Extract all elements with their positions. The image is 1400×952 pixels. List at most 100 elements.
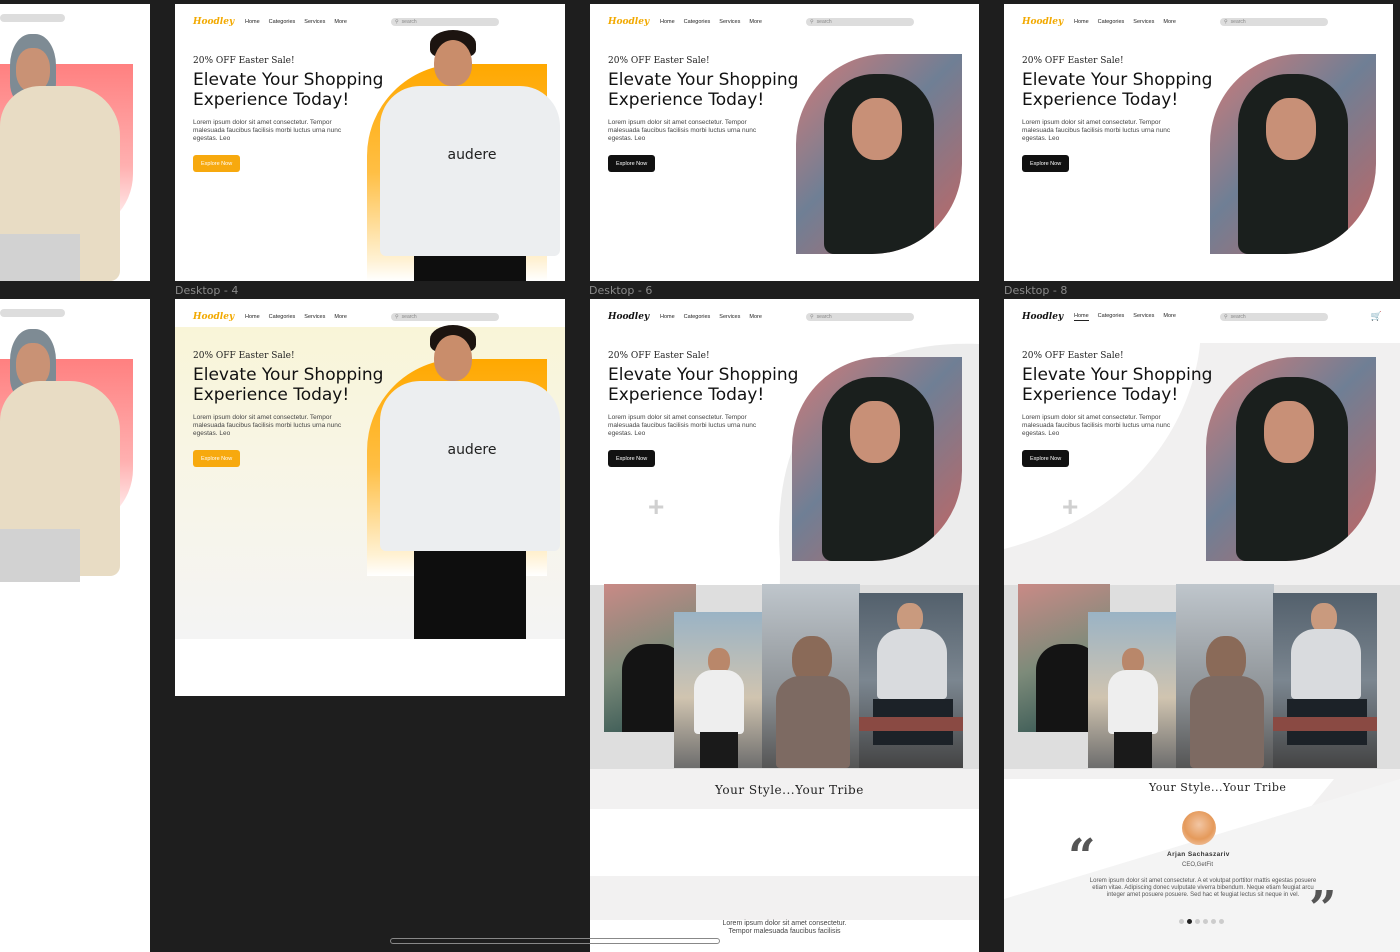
search-placeholder: search bbox=[816, 19, 832, 25]
nav-home[interactable]: Home bbox=[660, 314, 675, 320]
search-icon: ⚲ bbox=[810, 19, 814, 25]
nav-services[interactable]: Services bbox=[719, 314, 740, 320]
collage-photo-2 bbox=[1088, 612, 1176, 768]
nav-services[interactable]: Services bbox=[1133, 313, 1154, 321]
frame-label-desktop-4: Desktop - 4 bbox=[175, 284, 239, 297]
frame-label-desktop-6: Desktop - 6 bbox=[589, 284, 653, 297]
hero-body: Lorem ipsum dolor sit amet consectetur. … bbox=[1022, 414, 1171, 437]
hero-headline: Elevate Your Shopping Experience Today! bbox=[608, 70, 799, 110]
nav-categories[interactable]: Categories bbox=[684, 19, 711, 25]
nav-home[interactable]: Home bbox=[1074, 19, 1089, 25]
hero-body: Lorem ipsum dolor sit amet consectetur. … bbox=[1022, 119, 1171, 142]
search-input[interactable]: ⚲ search bbox=[391, 313, 499, 321]
hero-headline: Elevate Your Shopping Experience Today! bbox=[193, 365, 384, 405]
nav-services[interactable]: Services bbox=[304, 19, 325, 25]
collage-photo-3 bbox=[762, 584, 860, 768]
search-placeholder: search bbox=[1230, 314, 1246, 320]
nav-services[interactable]: Services bbox=[1133, 19, 1154, 25]
hero-headline: Elevate Your Shopping Experience Today! bbox=[1022, 70, 1213, 110]
model-photo-man-white-hoodie: audere bbox=[380, 30, 560, 281]
hero-headline: Elevate Your Shopping Experience Today! bbox=[1022, 365, 1213, 405]
explore-now-button[interactable]: Explore Now bbox=[193, 155, 241, 172]
hero-headline: Elevate Your Shopping Experience Today! bbox=[608, 365, 799, 405]
nav-more[interactable]: More bbox=[1163, 313, 1176, 321]
logo[interactable]: Hoodley bbox=[1022, 312, 1072, 322]
sale-tagline: 20% OFF Easter Sale! bbox=[608, 56, 710, 66]
nav-more[interactable]: More bbox=[1163, 19, 1176, 25]
logo[interactable]: Hoodley bbox=[193, 312, 243, 322]
nav-categories[interactable]: Categories bbox=[1098, 313, 1125, 321]
model-photo-woman-black-hoodie bbox=[796, 54, 962, 254]
navbar: Hoodley Home Categories Services More ⚲ s… bbox=[608, 307, 961, 327]
nav-links: Home Categories Services More bbox=[660, 314, 762, 320]
nav-more[interactable]: More bbox=[749, 314, 762, 320]
nav-links: Home Categories Services More bbox=[1074, 313, 1176, 321]
nav-links: Home Categories Services More bbox=[660, 19, 762, 25]
hoodie-print: audere bbox=[447, 442, 497, 458]
nav-categories[interactable]: Categories bbox=[1098, 19, 1125, 25]
nav-home[interactable]: Home bbox=[660, 19, 675, 25]
model-photo-man-white-hoodie: audere bbox=[380, 325, 560, 639]
carousel-dot[interactable] bbox=[1203, 919, 1208, 924]
nav-links: Home Categories Services More bbox=[245, 19, 347, 25]
frame-partial-bottom bbox=[0, 299, 150, 952]
navbar: Hoodley Home Categories Services More ⚲ s… bbox=[608, 12, 961, 32]
search-input[interactable]: ⚲ search bbox=[391, 18, 499, 26]
nav-home[interactable]: Home bbox=[1074, 313, 1089, 321]
search-placeholder: search bbox=[1230, 19, 1246, 25]
nav-more[interactable]: More bbox=[334, 314, 347, 320]
nav-categories[interactable]: Categories bbox=[269, 314, 296, 320]
nav-home[interactable]: Home bbox=[245, 314, 260, 320]
carousel-dot[interactable] bbox=[1179, 919, 1184, 924]
nav-categories[interactable]: Categories bbox=[269, 19, 296, 25]
explore-now-button[interactable]: Explore Now bbox=[1022, 450, 1070, 467]
nav-services[interactable]: Services bbox=[719, 19, 740, 25]
nav-services[interactable]: Services bbox=[304, 314, 325, 320]
explore-now-button[interactable]: Explore Now bbox=[1022, 155, 1070, 172]
nav-more[interactable]: More bbox=[334, 19, 347, 25]
navbar: Hoodley Home Categories Services More ⚲ s… bbox=[193, 307, 547, 327]
search-bar-partial bbox=[0, 309, 65, 317]
explore-now-button[interactable]: Explore Now bbox=[608, 450, 656, 467]
carousel-dot-active[interactable] bbox=[1187, 919, 1192, 924]
search-input[interactable]: ⚲ search bbox=[806, 313, 914, 321]
horizontal-scrollbar[interactable] bbox=[390, 938, 720, 944]
frame-partial-top bbox=[0, 4, 150, 281]
testimonial-quote: Lorem ipsum dolor sit amet consectetur. … bbox=[1089, 878, 1317, 898]
sale-tagline: 20% OFF Easter Sale! bbox=[1022, 56, 1124, 66]
logo[interactable]: Hoodley bbox=[193, 17, 243, 27]
nav-home[interactable]: Home bbox=[245, 19, 260, 25]
testimonial-role: CEO,GetFit bbox=[1182, 862, 1214, 868]
cart-icon[interactable]: 🛒 bbox=[1371, 311, 1382, 322]
model-photo-woman-black-hoodie bbox=[1206, 357, 1376, 561]
nav-categories[interactable]: Categories bbox=[684, 314, 711, 320]
carousel-dot[interactable] bbox=[1195, 919, 1200, 924]
logo[interactable]: Hoodley bbox=[608, 17, 658, 27]
carousel-dot[interactable] bbox=[1219, 919, 1224, 924]
section-title-tribe: Your Style...Your Tribe bbox=[715, 783, 864, 797]
collage-photo-3 bbox=[1176, 584, 1274, 768]
search-icon: ⚲ bbox=[1224, 19, 1228, 25]
model-photo-woman-black-hoodie bbox=[792, 357, 962, 561]
navbar: Hoodley Home Categories Services More ⚲ s… bbox=[193, 12, 547, 32]
sale-tagline: 20% OFF Easter Sale! bbox=[1022, 351, 1124, 361]
logo[interactable]: Hoodley bbox=[1022, 17, 1072, 27]
hero-body: Lorem ipsum dolor sit amet consectetur. … bbox=[193, 119, 342, 142]
search-placeholder: search bbox=[816, 314, 832, 320]
nav-more[interactable]: More bbox=[749, 19, 762, 25]
frame-label-desktop-8: Desktop - 8 bbox=[1004, 284, 1068, 297]
search-input[interactable]: ⚲ search bbox=[1220, 313, 1328, 321]
logo[interactable]: Hoodley bbox=[608, 312, 658, 322]
scrollbar-thumb[interactable] bbox=[391, 939, 721, 943]
explore-now-button[interactable]: Explore Now bbox=[193, 450, 241, 467]
nav-links: Home Categories Services More bbox=[1074, 19, 1176, 25]
explore-now-button[interactable]: Explore Now bbox=[608, 155, 656, 172]
frame-hero-leaf-a: Hoodley Home Categories Services More ⚲ s… bbox=[590, 4, 979, 281]
search-input[interactable]: ⚲ search bbox=[1220, 18, 1328, 26]
sale-tagline: 20% OFF Easter Sale! bbox=[193, 351, 295, 361]
carousel-dot[interactable] bbox=[1211, 919, 1216, 924]
sale-tagline: 20% OFF Easter Sale! bbox=[193, 56, 295, 66]
carousel-dots bbox=[1179, 919, 1224, 924]
search-input[interactable]: ⚲ search bbox=[806, 18, 914, 26]
model-photo-woman-hijab bbox=[0, 34, 130, 281]
